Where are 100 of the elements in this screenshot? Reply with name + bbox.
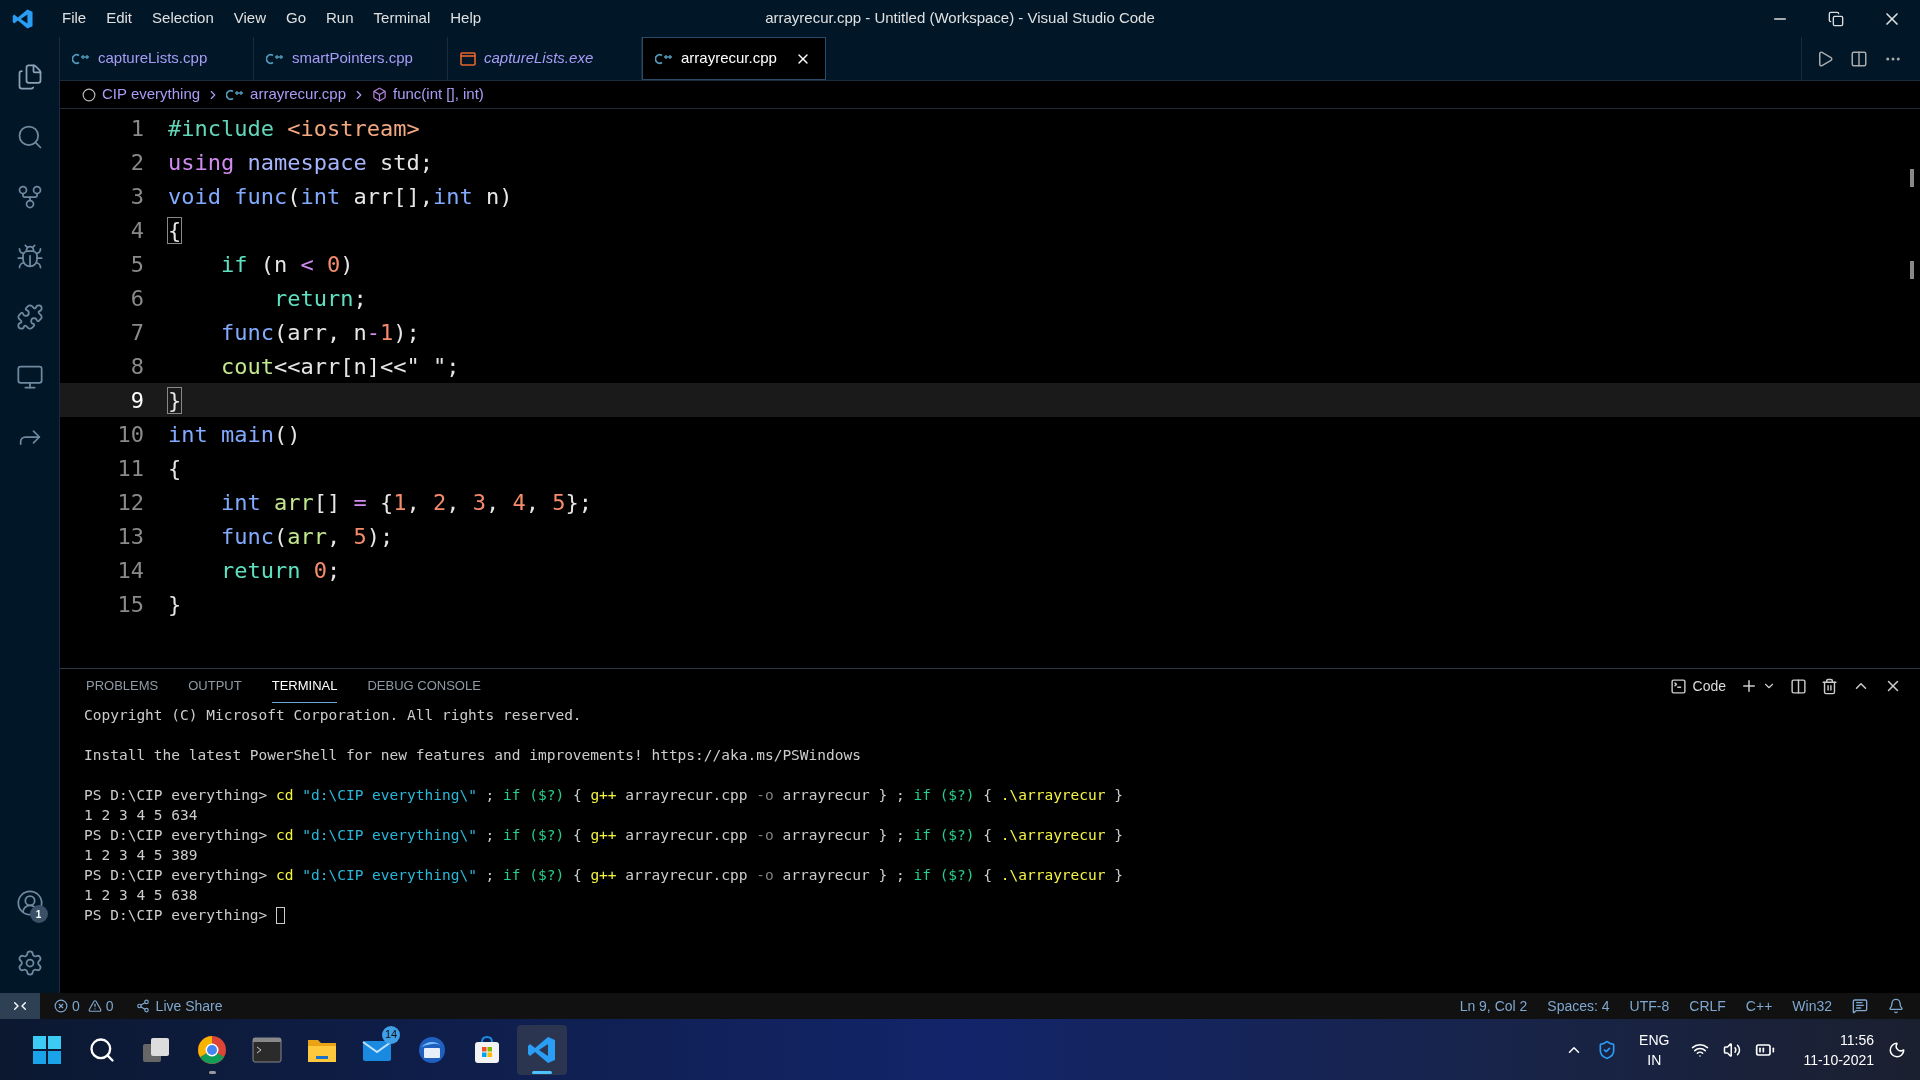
cpp-file-icon (226, 88, 245, 101)
tab-label: captureLists.exe (484, 48, 594, 69)
status-item[interactable]: Ln 9, Col 2 (1459, 995, 1528, 1017)
menu-item[interactable]: Run (316, 7, 364, 30)
terminal-icon (252, 1036, 282, 1063)
status-item[interactable]: Spaces: 4 (1547, 995, 1610, 1017)
status-item[interactable]: C++ (1745, 995, 1773, 1017)
line-number: 12 (116, 488, 144, 517)
run-icon[interactable] (1816, 49, 1834, 68)
region-indicator[interactable]: IN (1647, 1049, 1662, 1070)
menu-item[interactable]: Terminal (363, 7, 441, 30)
breadcrumb-item[interactable]: func(int [], int) (393, 83, 484, 106)
cube-icon (372, 87, 387, 102)
terminal-line: Install the latest PowerShell for new features and improvements! https://aka.ms/PSWindows (84, 746, 861, 765)
monitor-icon[interactable] (15, 363, 44, 391)
share-icon (135, 999, 150, 1013)
clock-time[interactable]: 11:56 (1840, 1029, 1874, 1050)
line-number: 9 (129, 386, 144, 415)
live-share-status[interactable]: Live Share (155, 995, 223, 1017)
line-number: 1 (129, 114, 144, 143)
taskbar-button[interactable]: 14 (352, 1024, 402, 1075)
editor-tab[interactable]: arrayrecur.cpp (642, 37, 826, 80)
window-file-icon (460, 51, 476, 66)
editor-tab[interactable]: smartPointers.cpp (254, 37, 448, 80)
shield-icon[interactable] (1597, 1039, 1618, 1060)
panel-tab[interactable]: DEBUG CONSOLE (367, 669, 481, 703)
volume-icon[interactable] (1723, 1040, 1742, 1059)
status-item[interactable]: CRLF (1689, 995, 1726, 1017)
panel-tab[interactable]: PROBLEMS (86, 669, 159, 703)
notification-badge: 1 (29, 905, 48, 923)
editor-tab[interactable]: captureLists.cpp (60, 37, 254, 80)
cpp-file-icon (72, 52, 90, 65)
ribbon-logo-icon[interactable] (12, 7, 34, 30)
bell-icon[interactable] (1888, 998, 1904, 1014)
split-editor-icon[interactable] (1850, 49, 1868, 68)
code-line: cout<<arr[n]<<" "; (219, 352, 460, 381)
status-item[interactable]: UTF-8 (1629, 995, 1670, 1017)
remote-button[interactable] (0, 993, 40, 1019)
trash-icon[interactable] (1821, 677, 1838, 695)
warning-count[interactable]: 0 (105, 995, 114, 1017)
terminal-line: 1 2 3 4 5 634 (84, 806, 198, 825)
code-line: using namespace std; (168, 148, 433, 177)
tab-label: captureLists.cpp (98, 48, 208, 69)
feedback-icon[interactable] (1852, 998, 1868, 1014)
error-icon (54, 999, 68, 1013)
line-number: 6 (129, 284, 144, 313)
code-line: func(arr, n-1); (219, 318, 420, 347)
code-line: func(arr, 5); (219, 522, 394, 551)
terminal-line: 1 2 3 4 5 638 (84, 886, 198, 905)
taskbar-button[interactable] (517, 1024, 567, 1075)
panel-tab[interactable]: OUTPUT (188, 669, 242, 703)
bug-icon[interactable] (15, 243, 44, 271)
code-line: } (168, 386, 182, 415)
terminal-profile-label[interactable]: Code (1692, 675, 1726, 697)
menu-item[interactable]: Edit (96, 7, 143, 30)
moon-icon[interactable] (1888, 1040, 1906, 1059)
search-icon (88, 1035, 116, 1064)
breadcrumb-item[interactable]: CIP everything (102, 83, 201, 106)
plus-icon[interactable] (1740, 677, 1758, 695)
status-item[interactable]: Win32 (1792, 995, 1832, 1017)
split-terminal-icon[interactable] (1790, 677, 1807, 695)
error-count[interactable]: 0 (72, 995, 80, 1017)
terminal-line: PS D:\CIP everything> cd "d:\CIP everything\" ; if ($?) { g++ arrayrecur.cpp -o arrayrecur } ; if ($?) { .\arrayrecur } (84, 786, 1123, 805)
menu-item[interactable]: Go (276, 7, 316, 30)
line-number: 10 (116, 420, 144, 449)
line-number: 13 (116, 522, 144, 551)
cpp-file-icon (266, 52, 284, 65)
line-number: 15 (116, 590, 144, 619)
line-number: 14 (116, 556, 144, 585)
terminal-line: Copyright (C) Microsoft Corporation. All rights reserved. (84, 706, 582, 725)
code-line: return; (272, 284, 367, 313)
account-icon[interactable] (15, 889, 44, 917)
task-view-icon (142, 1035, 172, 1064)
line-number: 7 (129, 318, 144, 347)
tab-label: arrayrecur.cpp (681, 48, 777, 69)
menu-item[interactable]: Selection (142, 7, 224, 30)
running-indicator (532, 1070, 552, 1074)
terminal-line: PS D:\CIP everything> (84, 906, 269, 925)
language-indicator[interactable]: ENG (1639, 1029, 1670, 1050)
menu-item[interactable]: Help (440, 7, 492, 30)
code-line: { (168, 216, 182, 245)
code-line: void func(int arr[],int n) (168, 182, 513, 211)
running-indicator (208, 1070, 216, 1074)
code-line: return 0; (219, 556, 341, 585)
line-number: 4 (129, 216, 144, 245)
terminal-line: 1 2 3 4 5 389 (84, 846, 198, 865)
clock-date[interactable]: 11-10-2021 (1803, 1049, 1874, 1070)
menu-item[interactable]: View (223, 7, 276, 30)
code-line: if (n < 0) (219, 250, 354, 279)
circle-icon (82, 87, 96, 102)
menu-item[interactable]: File (52, 7, 97, 30)
line-number: 8 (129, 352, 144, 381)
restore-icon[interactable] (1828, 10, 1844, 27)
terminal-line: PS D:\CIP everything> cd "d:\CIP everything\" ; if ($?) { g++ arrayrecur.cpp -o arrayrecur } ; if ($?) { .\arrayrecur } (84, 826, 1123, 845)
panel-tab[interactable]: TERMINAL (271, 669, 338, 703)
shopping-bag-icon (472, 1034, 502, 1065)
bird-envelope-icon (417, 1034, 447, 1065)
puzzle-icon[interactable] (15, 303, 44, 331)
breadcrumb-item[interactable]: arrayrecur.cpp (250, 83, 346, 106)
cpp-file-icon (655, 52, 673, 65)
